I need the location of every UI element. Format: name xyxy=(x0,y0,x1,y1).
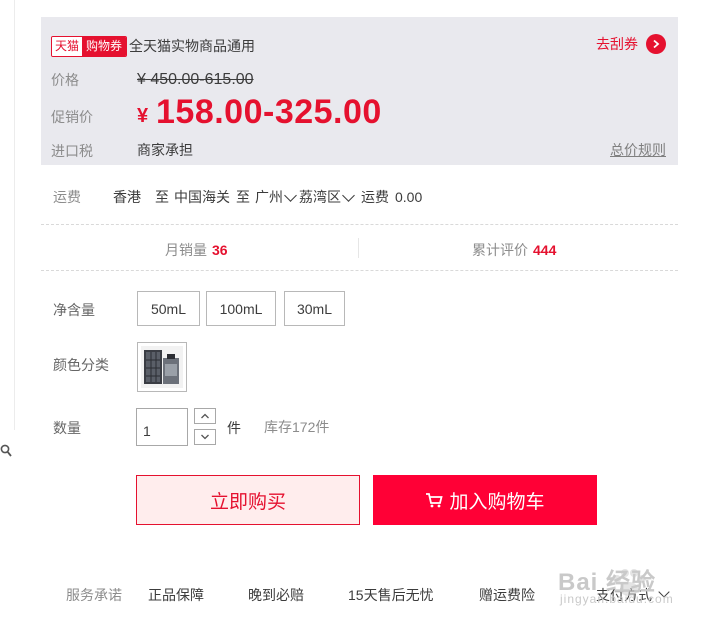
price-box: 天猫 购物券 全天猫实物商品通用 去刮券 价格 ¥ 450.00-615.00 … xyxy=(41,17,678,165)
service-item-shipping-insurance[interactable]: 赠运费险 xyxy=(479,585,535,605)
quantity-label: 数量 xyxy=(53,420,81,436)
promo-price-label: 促销价 xyxy=(51,109,93,125)
divider xyxy=(41,224,678,225)
add-to-cart-label[interactable]: 加入购物车 xyxy=(449,487,544,514)
shipping-fee-value: 0.00 xyxy=(395,189,423,205)
stepper-up-icon[interactable] xyxy=(194,408,216,424)
color-swatch-thumbnail[interactable] xyxy=(137,342,187,392)
promo-currency: ¥ xyxy=(137,105,149,127)
coupon-badge: 天猫 购物券 xyxy=(51,36,128,57)
chevron-down-icon[interactable] xyxy=(284,188,297,202)
coupon-tag-tmall: 天猫 xyxy=(52,37,83,56)
scratch-coupon-label[interactable]: 去刮券 xyxy=(596,34,638,54)
stats-divider xyxy=(358,238,359,258)
quantity-unit: 件 xyxy=(227,420,241,436)
shipping-fee-label: 运费 xyxy=(361,189,389,205)
volume-option-50ml[interactable]: 50mL xyxy=(137,291,200,326)
service-item-15day-aftersale[interactable]: 15天售后无忧 xyxy=(348,585,434,605)
service-label: 服务承诺 xyxy=(66,587,122,603)
buy-now-button[interactable]: 立即购买 xyxy=(136,475,360,525)
watermark-url: jingyan.baidu.com xyxy=(560,592,674,606)
coupon-tag-voucher: 购物券 xyxy=(82,37,127,56)
chevron-right-icon[interactable] xyxy=(646,34,666,54)
ship-from: 香港 xyxy=(113,189,141,205)
chevron-down-icon[interactable] xyxy=(342,188,355,202)
search-icon[interactable] xyxy=(0,444,12,458)
ship-to-prefix-2: 至 xyxy=(236,189,250,205)
ship-to-customs: 中国海关 xyxy=(174,189,230,205)
cumulative-reviews[interactable]: 累计评价 444 xyxy=(472,240,556,260)
cart-icon[interactable] xyxy=(425,492,444,508)
original-price-value: 450.00-615.00 xyxy=(150,71,254,88)
reviews-label[interactable]: 累计评价 xyxy=(472,242,528,258)
import-tax-label: 进口税 xyxy=(51,143,93,159)
panel-divider xyxy=(14,0,15,430)
quantity-input[interactable]: 1 xyxy=(136,408,188,446)
monthly-sales-value: 36 xyxy=(212,242,228,258)
service-item-genuine[interactable]: 正品保障 xyxy=(148,585,204,605)
divider xyxy=(41,270,678,271)
coupon-description: 全天猫实物商品通用 xyxy=(129,38,255,54)
shipping-row: 运费 香港 至 中国海关 至 广州 荔湾区 运费 0.00 xyxy=(53,187,422,207)
promo-price-value: 158.00-325.00 xyxy=(156,93,382,131)
buy-now-label[interactable]: 立即购买 xyxy=(210,487,286,514)
service-item-late-compensation[interactable]: 晚到必赔 xyxy=(248,585,304,605)
original-price: ¥ 450.00-615.00 xyxy=(137,71,254,89)
price-label: 价格 xyxy=(51,72,79,88)
add-to-cart-button[interactable]: 加入购物车 xyxy=(373,475,597,525)
shipping-label: 运费 xyxy=(53,189,81,205)
import-tax-value: 商家承担 xyxy=(137,142,193,158)
original-currency: ¥ xyxy=(137,71,146,88)
product-thumbnail-image[interactable] xyxy=(141,346,183,388)
stepper-down-icon[interactable] xyxy=(194,429,216,445)
volume-option-30ml[interactable]: 30mL xyxy=(284,291,345,326)
district-label[interactable]: 荔湾区 xyxy=(299,187,341,207)
ship-to-prefix-1: 至 xyxy=(155,189,169,205)
city-label[interactable]: 广州 xyxy=(255,187,283,207)
monthly-sales-label: 月销量 xyxy=(165,242,207,258)
city-select[interactable]: 广州 xyxy=(255,187,299,207)
volume-option-100ml[interactable]: 100mL xyxy=(206,291,276,326)
reviews-value[interactable]: 444 xyxy=(533,242,556,258)
scratch-coupon-link[interactable]: 去刮券 xyxy=(596,34,666,54)
monthly-sales: 月销量 36 xyxy=(165,240,228,260)
volume-label: 净含量 xyxy=(53,302,95,318)
color-label: 颜色分类 xyxy=(53,357,109,373)
stock-count: 库存172件 xyxy=(264,419,330,435)
district-select[interactable]: 荔湾区 xyxy=(299,187,357,207)
total-price-rule-link[interactable]: 总价规则 xyxy=(610,140,666,160)
